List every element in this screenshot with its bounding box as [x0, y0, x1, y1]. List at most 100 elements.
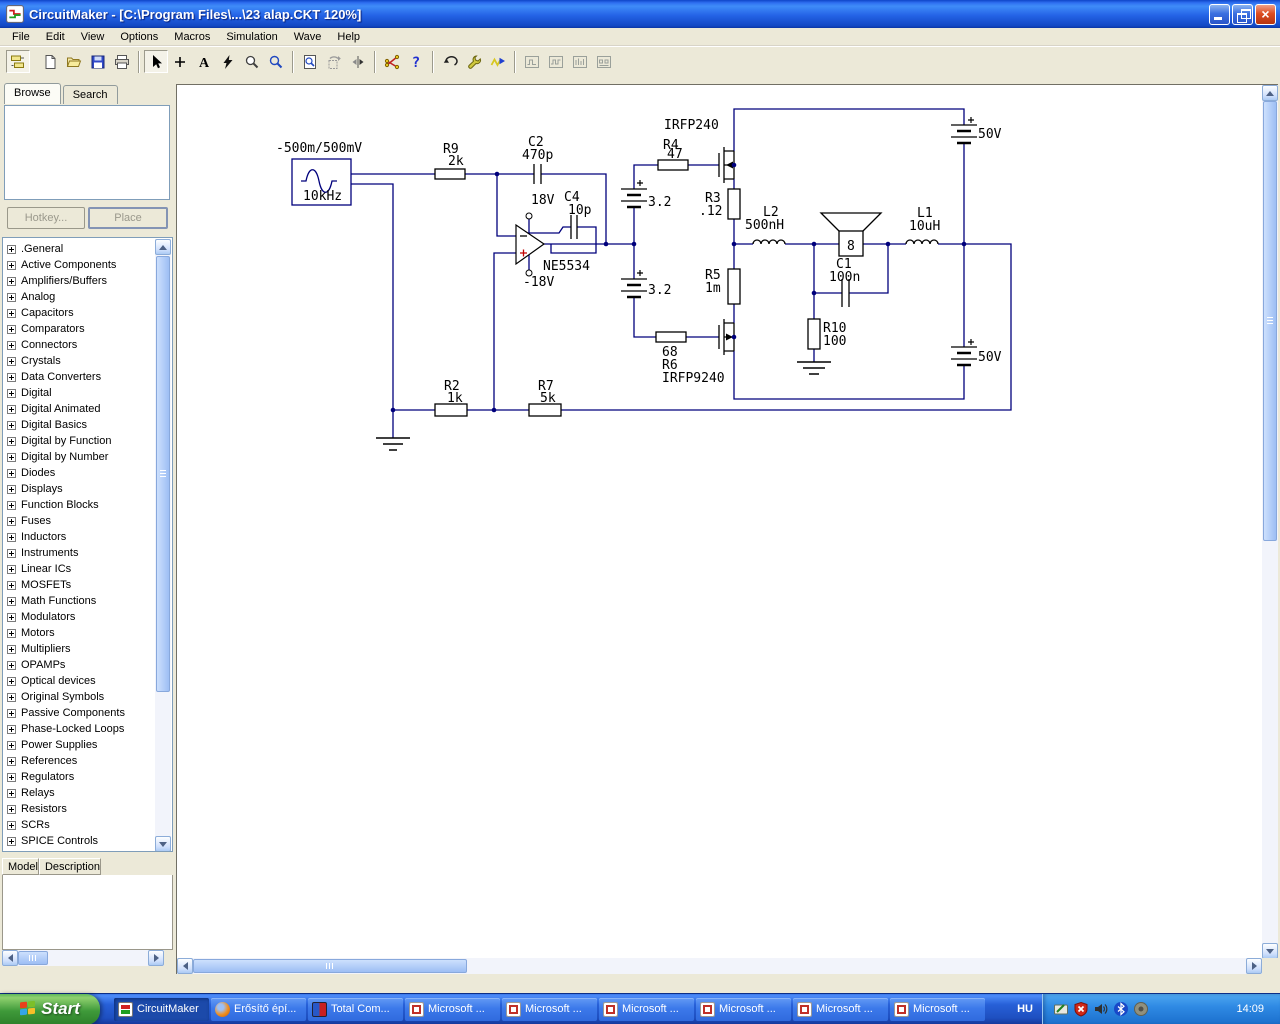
tree-category[interactable]: References: [6, 753, 152, 769]
tree-category[interactable]: SCRs: [6, 817, 152, 833]
taskbar-task-button[interactable]: Erősítő épí...: [211, 997, 306, 1021]
expand-plus-icon[interactable]: [7, 612, 16, 622]
expand-plus-icon[interactable]: [7, 740, 16, 750]
tree-category[interactable]: Capacitors: [6, 305, 152, 321]
tree-category[interactable]: Passive Components: [6, 705, 152, 721]
tree-category[interactable]: Analog: [6, 289, 152, 305]
tree-category[interactable]: Original Symbols: [6, 689, 152, 705]
taskbar-task-button[interactable]: Microsoft ...: [696, 997, 791, 1021]
menu-item[interactable]: Macros: [166, 29, 218, 45]
ground-symbol-r10[interactable]: [797, 361, 831, 375]
menu-item[interactable]: Help: [329, 29, 368, 45]
bluetooth-icon[interactable]: [1113, 1001, 1129, 1017]
expand-plus-icon[interactable]: [7, 788, 16, 798]
help-button[interactable]: ?: [404, 50, 428, 73]
taskbar-task-button[interactable]: Microsoft ...: [890, 997, 985, 1021]
sidebar-tab[interactable]: Search: [62, 85, 118, 104]
circuitmaker-app-icon[interactable]: [6, 5, 24, 23]
model-column-header[interactable]: Description: [38, 858, 101, 875]
component-R5[interactable]: R5 1m: [705, 268, 741, 305]
expand-plus-icon[interactable]: [7, 356, 16, 366]
tree-category[interactable]: Digital: [6, 385, 152, 401]
taskbar-task-button[interactable]: Microsoft ...: [405, 997, 500, 1021]
component-C1[interactable]: C1 100n: [829, 257, 860, 307]
tree-category[interactable]: Optical devices: [6, 673, 152, 689]
expand-plus-icon[interactable]: [7, 644, 16, 654]
component-L2[interactable]: L2 500nH: [745, 205, 786, 245]
component-R4[interactable]: R4 47: [657, 138, 689, 171]
oscilloscope-button[interactable]: [520, 50, 544, 73]
zoom-button[interactable]: [264, 50, 288, 73]
expand-plus-icon[interactable]: [7, 468, 16, 478]
sidebar-tab[interactable]: Browse: [4, 83, 61, 104]
canvas-horizontal-scrollbar[interactable]: [177, 958, 1262, 974]
menu-item[interactable]: File: [4, 29, 38, 45]
digital-options-button[interactable]: [380, 50, 404, 73]
scroll-down-button[interactable]: [1262, 943, 1278, 959]
canvas-vertical-scrollbar[interactable]: [1262, 85, 1278, 959]
scroll-up-button[interactable]: [1262, 85, 1278, 101]
expand-plus-icon[interactable]: [7, 340, 16, 350]
component-supply-battery-2[interactable]: 50V: [951, 339, 1002, 367]
tree-category[interactable]: Digital by Function: [6, 433, 152, 449]
tree-category[interactable]: Phase-Locked Loops: [6, 721, 152, 737]
place-text-button[interactable]: A: [192, 50, 216, 73]
expand-plus-icon[interactable]: [7, 404, 16, 414]
new-file-button[interactable]: [38, 50, 62, 73]
close-button[interactable]: ×: [1255, 3, 1276, 25]
taskbar-task-button[interactable]: Microsoft ...: [793, 997, 888, 1021]
expand-plus-icon[interactable]: [7, 564, 16, 574]
expand-plus-icon[interactable]: [7, 708, 16, 718]
model-column-header[interactable]: Model: [2, 858, 39, 875]
scroll-right-button[interactable]: [148, 950, 164, 966]
scroll-left-button[interactable]: [2, 950, 18, 966]
tablet-pen-icon[interactable]: [1053, 1001, 1069, 1017]
save-file-button[interactable]: [86, 50, 110, 73]
expand-plus-icon[interactable]: [7, 500, 16, 510]
scroll-right-button[interactable]: [1246, 958, 1262, 974]
tree-category[interactable]: SPICE Controls: [6, 833, 152, 849]
tree-scrollbar[interactable]: [155, 239, 171, 851]
tree-category[interactable]: Comparators: [6, 321, 152, 337]
menu-item[interactable]: Wave: [286, 29, 330, 45]
audio-device-icon[interactable]: [1133, 1001, 1149, 1017]
draw-wire-button[interactable]: [168, 50, 192, 73]
place-button[interactable]: Place: [88, 207, 168, 229]
select-arrow-button[interactable]: [144, 50, 168, 73]
browse-parts-button[interactable]: [6, 50, 30, 73]
expand-plus-icon[interactable]: [7, 804, 16, 814]
tree-category[interactable]: MOSFETs: [6, 577, 152, 593]
digital-scope-button[interactable]: [544, 50, 568, 73]
edit-probe-button[interactable]: [240, 50, 264, 73]
tree-category[interactable]: Digital Animated: [6, 401, 152, 417]
schematic-area[interactable]: -500m/500mV 10kHz R9 2k C2 470p 18V -18V…: [176, 84, 1278, 974]
expand-plus-icon[interactable]: [7, 308, 16, 318]
tree-category[interactable]: Data Converters: [6, 369, 152, 385]
expand-plus-icon[interactable]: [7, 580, 16, 590]
scroll-left-button[interactable]: [177, 958, 193, 974]
language-indicator[interactable]: HU: [1008, 1003, 1042, 1015]
component-bias-battery-1[interactable]: 3.2: [621, 180, 671, 210]
scroll-down-button[interactable]: [155, 836, 171, 851]
start-button[interactable]: Start: [0, 993, 100, 1024]
tree-category[interactable]: Inductors: [6, 529, 152, 545]
component-R7[interactable]: R7 5k: [528, 379, 562, 417]
volume-icon[interactable]: [1093, 1001, 1109, 1017]
menu-item[interactable]: Simulation: [218, 29, 285, 45]
expand-plus-icon[interactable]: [7, 420, 16, 430]
tree-category[interactable]: OPAMPs: [6, 657, 152, 673]
taskbar-task-button[interactable]: Total Com...: [308, 997, 403, 1021]
component-R6[interactable]: 68 R6: [655, 331, 687, 373]
tree-category[interactable]: Power Supplies: [6, 737, 152, 753]
security-shield-icon[interactable]: [1073, 1001, 1089, 1017]
component-speaker[interactable]: 8: [819, 212, 883, 257]
expand-plus-icon[interactable]: [7, 660, 16, 670]
tree-category[interactable]: Fuses: [6, 513, 152, 529]
tree-category[interactable]: Instruments: [6, 545, 152, 561]
taskbar-clock[interactable]: 14:09: [1236, 1003, 1280, 1015]
undo-button[interactable]: [438, 50, 462, 73]
expand-plus-icon[interactable]: [7, 372, 16, 382]
tree-category[interactable]: Resistors: [6, 801, 152, 817]
model-scrollbar[interactable]: [2, 950, 164, 966]
component-R9[interactable]: R9 2k: [434, 142, 466, 180]
